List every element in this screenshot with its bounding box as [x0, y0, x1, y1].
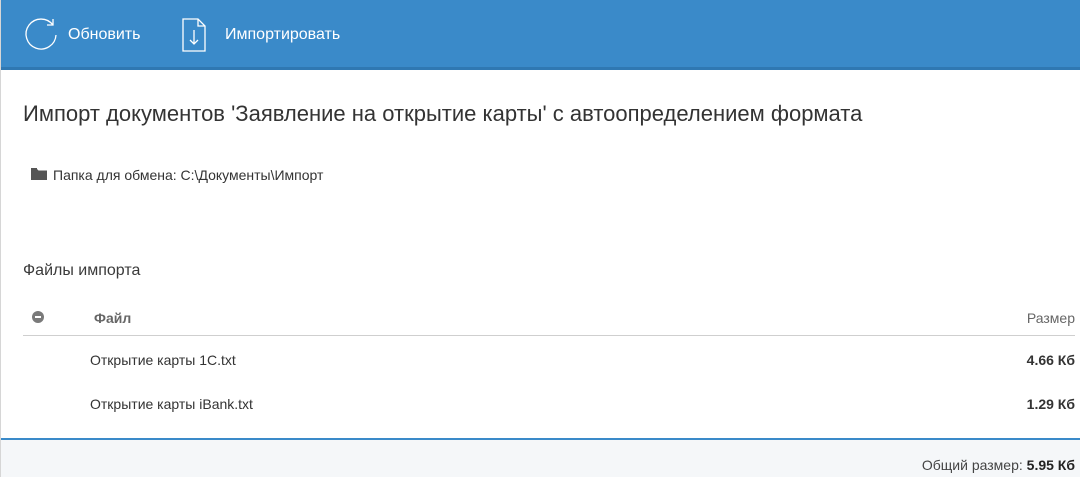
page-title: Импорт документов 'Заявление на открытие… — [23, 101, 863, 126]
footer-summary: Общий размер: 5.95 Кб — [1, 438, 1080, 477]
column-size[interactable]: Размер — [1027, 310, 1075, 326]
exchange-folder: Папка для обмена: C:\Документы\Импорт — [31, 167, 323, 183]
total-size-value: 5.95 Кб — [1026, 457, 1075, 473]
files-section-title: Файлы импорта — [23, 262, 141, 279]
total-size-label: Общий размер: — [921, 457, 1027, 473]
import-window: Обновить Импортировать Импорт документов… — [0, 0, 1080, 477]
exchange-folder-label: Папка для обмена: C:\Документы\Импорт — [53, 167, 324, 183]
table-row[interactable]: Открытие карты iBank.txt 1.29 Кб — [23, 390, 1075, 422]
file-name: Открытие карты 1C.txt — [90, 352, 236, 368]
folder-icon — [31, 167, 53, 183]
file-name: Открытие карты iBank.txt — [90, 396, 253, 412]
refresh-icon — [23, 16, 61, 54]
toolbar: Обновить Импортировать — [1, 0, 1080, 70]
import-label: Импортировать — [225, 26, 341, 43]
file-size: 1.29 Кб — [1026, 396, 1075, 412]
refresh-button[interactable]: Обновить — [23, 0, 140, 70]
files-table-header: Файл Размер — [23, 300, 1075, 336]
import-button[interactable]: Импортировать — [181, 0, 340, 70]
import-document-icon — [181, 17, 207, 53]
column-file[interactable]: Файл — [94, 310, 131, 326]
total-size: Общий размер: 5.95 Кб — [922, 457, 1075, 473]
refresh-label: Обновить — [68, 26, 141, 43]
toggle-all-icon[interactable] — [32, 311, 44, 323]
table-row[interactable]: Открытие карты 1C.txt 4.66 Кб — [23, 346, 1075, 378]
file-size: 4.66 Кб — [1026, 352, 1075, 368]
